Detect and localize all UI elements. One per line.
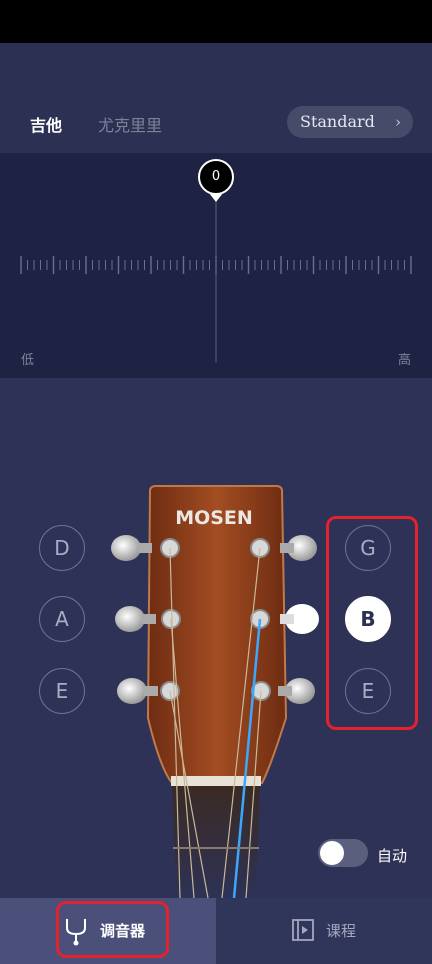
nav-course-label: 课程 (326, 922, 357, 940)
tab-ukulele[interactable]: 尤克里里 (98, 112, 162, 136)
low-label: 低 (21, 353, 35, 368)
highlight-box-nav (56, 901, 169, 958)
string-button-D[interactable]: D (39, 525, 85, 571)
tab-guitar[interactable]: 吉他 (30, 112, 62, 136)
string-button-A[interactable]: A (39, 596, 85, 642)
nav-tab-course[interactable]: 课程 (216, 898, 432, 964)
auto-toggle[interactable] (318, 839, 368, 867)
pitch-value-bubble: 0 (198, 159, 234, 195)
brand-logo: MOSEN (175, 507, 253, 529)
auto-label: 自动 (377, 847, 408, 865)
highlight-box-strings (326, 516, 418, 730)
high-label: 高 (398, 353, 412, 368)
pitch-pointer-icon (209, 193, 223, 202)
chevron-right-icon: › (395, 113, 401, 131)
tuning-selector[interactable]: Standard › (287, 106, 413, 138)
status-bar (0, 0, 432, 43)
toggle-knob (320, 841, 344, 865)
tuning-label: Standard (300, 112, 375, 131)
string-button-E-low[interactable]: E (39, 668, 85, 714)
video-play-icon (292, 919, 314, 941)
